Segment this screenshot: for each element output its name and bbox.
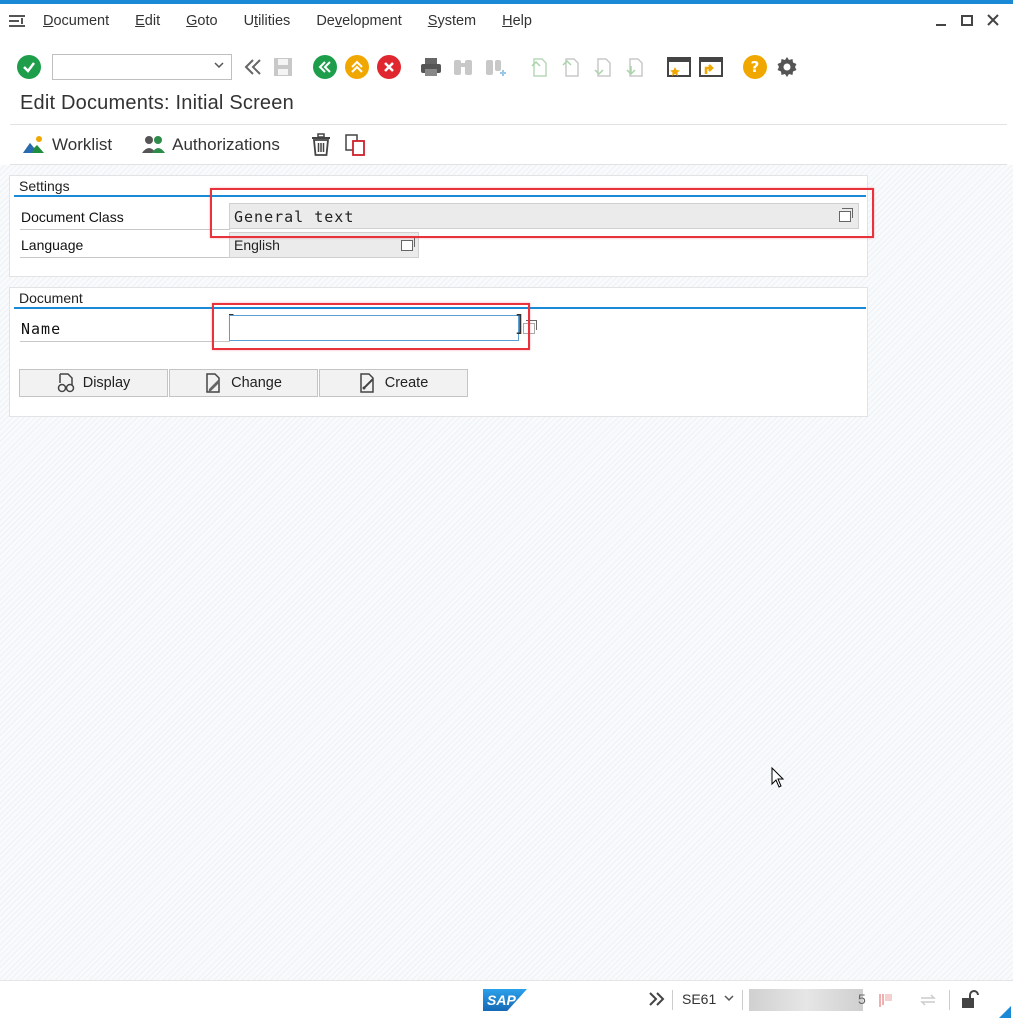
print-icon[interactable] bbox=[418, 54, 444, 80]
authorizations-button[interactable]: Authorizations bbox=[142, 135, 280, 155]
menu-development[interactable]: Development bbox=[316, 13, 401, 29]
resize-corner-icon[interactable] bbox=[999, 1006, 1011, 1018]
menu-goto[interactable]: Goto bbox=[186, 13, 217, 29]
last-page-icon[interactable] bbox=[622, 54, 648, 80]
help-icon[interactable]: ? bbox=[742, 54, 768, 80]
find-next-icon[interactable] bbox=[482, 54, 508, 80]
transfer-icon bbox=[918, 991, 938, 1009]
transaction-code[interactable]: SE61 bbox=[682, 991, 716, 1007]
authorizations-label: Authorizations bbox=[172, 135, 280, 154]
menu-help[interactable]: Help bbox=[502, 13, 532, 29]
pencil-icon bbox=[205, 373, 223, 393]
enter-icon[interactable] bbox=[16, 54, 42, 80]
exit-icon[interactable] bbox=[344, 54, 370, 80]
worklist-label: Worklist bbox=[52, 135, 113, 154]
system-toolbar: ? bbox=[0, 44, 1013, 90]
copy-icon bbox=[344, 133, 368, 157]
chevron-down-icon[interactable] bbox=[213, 59, 225, 74]
settings-title: Settings bbox=[19, 178, 70, 194]
minimize-icon[interactable] bbox=[933, 12, 949, 28]
new-session-icon[interactable] bbox=[666, 54, 692, 80]
menu-bar: Document Edit Goto Utilities Development… bbox=[0, 4, 1013, 38]
document-class-label: Document Class bbox=[21, 209, 124, 225]
highlight-document-class bbox=[210, 188, 874, 238]
expand-status-icon[interactable] bbox=[647, 989, 667, 1012]
collapse-toolbar-icon[interactable] bbox=[240, 54, 266, 80]
highlight-name-field bbox=[212, 303, 530, 350]
delete-button[interactable] bbox=[310, 133, 338, 157]
create-button[interactable]: Create bbox=[319, 369, 468, 397]
users-icon bbox=[142, 135, 166, 155]
row-underline bbox=[20, 229, 230, 230]
display-label: Display bbox=[82, 375, 131, 391]
maximize-icon[interactable] bbox=[959, 12, 975, 28]
name-label: Name bbox=[21, 320, 62, 338]
status-divider bbox=[672, 990, 673, 1010]
row-underline bbox=[20, 341, 230, 342]
lock-icon[interactable] bbox=[960, 990, 980, 1010]
menu-utilities[interactable]: Utilities bbox=[244, 13, 291, 29]
find-icon[interactable] bbox=[450, 54, 476, 80]
chevron-down-icon[interactable] bbox=[723, 991, 735, 1007]
mouse-cursor-icon bbox=[771, 767, 785, 788]
sap-logo: SAP bbox=[483, 989, 527, 1011]
status-divider bbox=[949, 990, 950, 1010]
mountain-icon bbox=[22, 135, 46, 155]
menu-toggle-icon[interactable] bbox=[9, 13, 29, 29]
create-document-icon bbox=[359, 373, 377, 393]
menu-document[interactable]: Document bbox=[43, 13, 109, 29]
system-info-redacted bbox=[749, 989, 863, 1011]
status-partial-text: 5 bbox=[858, 991, 866, 1007]
create-label: Create bbox=[384, 375, 429, 391]
row-underline bbox=[20, 257, 230, 258]
change-button[interactable]: Change bbox=[169, 369, 318, 397]
gear-icon[interactable] bbox=[774, 54, 800, 80]
title-divider bbox=[10, 124, 1007, 125]
cancel-icon[interactable] bbox=[376, 54, 402, 80]
page-title: Edit Documents: Initial Screen bbox=[20, 92, 294, 114]
next-page-icon[interactable] bbox=[590, 54, 616, 80]
status-bar: SAP SE61 5 bbox=[0, 980, 1013, 1020]
trash-icon bbox=[310, 133, 332, 157]
display-button[interactable]: Display bbox=[19, 369, 168, 397]
document-title: Document bbox=[19, 290, 83, 306]
value-help-icon[interactable] bbox=[397, 235, 417, 255]
copy-button[interactable] bbox=[344, 133, 374, 157]
command-field[interactable] bbox=[52, 54, 232, 80]
menu-edit[interactable]: Edit bbox=[135, 13, 160, 29]
language-label: Language bbox=[21, 237, 84, 253]
application-toolbar: Worklist Authorizations bbox=[0, 128, 1013, 162]
language-value: English bbox=[234, 237, 280, 253]
glasses-icon bbox=[57, 373, 75, 393]
back-icon[interactable] bbox=[312, 54, 338, 80]
save-icon[interactable] bbox=[270, 54, 296, 80]
previous-page-icon[interactable] bbox=[558, 54, 584, 80]
shortcut-icon[interactable] bbox=[698, 54, 724, 80]
flag-icon bbox=[877, 991, 895, 1009]
status-divider bbox=[742, 990, 743, 1010]
change-label: Change bbox=[231, 375, 282, 391]
first-page-icon[interactable] bbox=[526, 54, 552, 80]
worklist-button[interactable]: Worklist bbox=[22, 135, 112, 155]
menu-system[interactable]: System bbox=[428, 13, 476, 29]
close-window-icon[interactable] bbox=[985, 12, 1001, 28]
